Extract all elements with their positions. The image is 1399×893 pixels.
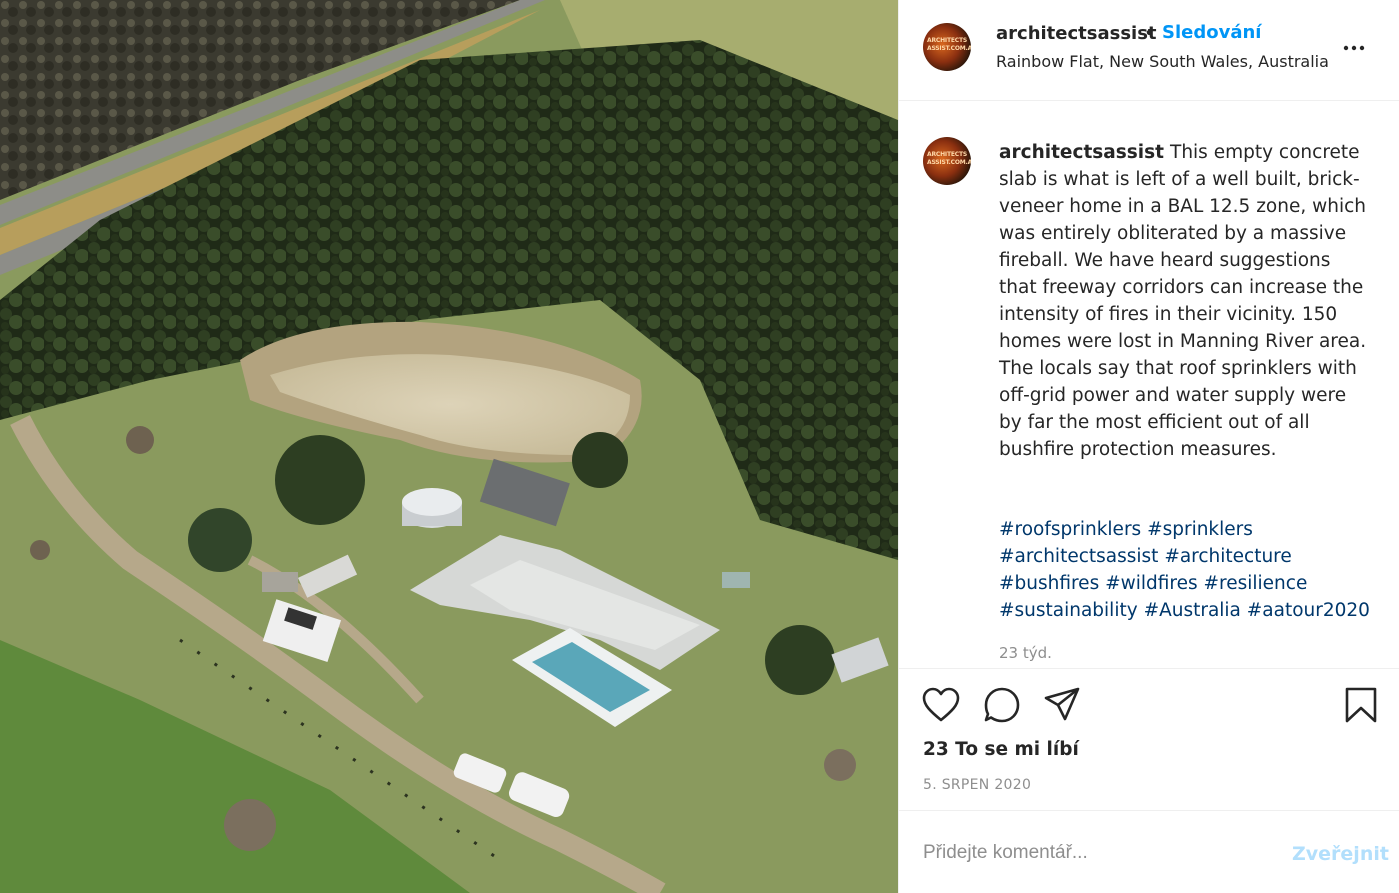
- caption-avatar[interactable]: ARCHITECTS ASSIST.COM.AU: [923, 137, 971, 185]
- header-username[interactable]: architectsassist: [996, 23, 1157, 44]
- post-location[interactable]: Rainbow Flat, New South Wales, Australia: [996, 52, 1329, 71]
- post-date[interactable]: 5. SRPEN 2020: [923, 777, 1031, 793]
- avatar-logo-text-1: ARCHITECTS: [927, 37, 967, 44]
- following-button[interactable]: Sledování: [1162, 22, 1261, 43]
- share-icon[interactable]: [1043, 686, 1081, 728]
- hashtag-link[interactable]: #Australia: [1144, 600, 1241, 621]
- aerial-photo-icon: [0, 0, 898, 893]
- post-sidebar: ARCHITECTS ASSIST.COM.AU architectsassis…: [898, 0, 1399, 893]
- post-comment-button[interactable]: Zveřejnit: [1292, 843, 1389, 865]
- caption-timestamp[interactable]: 23 týd.: [999, 644, 1052, 662]
- hashtag-link[interactable]: #resilience: [1204, 573, 1308, 594]
- hashtag-link[interactable]: #sustainability: [999, 600, 1138, 621]
- caption-text: architectsassist This empty concrete slab…: [999, 139, 1369, 463]
- more-options-icon[interactable]: [1342, 38, 1368, 58]
- comment-input[interactable]: [923, 833, 1263, 873]
- hashtag-link[interactable]: #architectsassist: [999, 546, 1158, 567]
- heart-icon[interactable]: [922, 687, 960, 727]
- hashtag-link[interactable]: #wildfires: [1105, 573, 1198, 594]
- comment-bar: Zveřejnit: [899, 810, 1399, 893]
- hashtag-link[interactable]: #roofsprinklers: [999, 519, 1141, 540]
- caption-area: ARCHITECTS ASSIST.COM.AU architectsassis…: [899, 101, 1399, 668]
- hashtag-list: #roofsprinklers #sprinklers #architectsa…: [999, 516, 1379, 624]
- avatar[interactable]: ARCHITECTS ASSIST.COM.AU: [923, 23, 971, 71]
- post-photo[interactable]: [0, 0, 898, 893]
- action-bar: 23 To se mi líbí 5. SRPEN 2020: [899, 668, 1399, 810]
- likes-count[interactable]: 23 To se mi líbí: [923, 739, 1079, 760]
- hashtag-link[interactable]: #bushfires: [999, 573, 1099, 594]
- hashtag-link[interactable]: #architecture: [1164, 546, 1291, 567]
- post-header: ARCHITECTS ASSIST.COM.AU architectsassis…: [899, 0, 1399, 101]
- avatar-logo-text-2: ASSIST.COM.AU: [927, 159, 971, 166]
- caption-body: This empty concrete slab is what is left…: [999, 142, 1367, 460]
- comment-icon[interactable]: [983, 686, 1021, 728]
- avatar-logo-text-2: ASSIST.COM.AU: [927, 45, 971, 52]
- avatar-logo-text-1: ARCHITECTS: [927, 151, 967, 158]
- bookmark-icon[interactable]: [1344, 686, 1378, 728]
- separator-dot: •: [1144, 23, 1155, 44]
- hashtag-link[interactable]: #sprinklers: [1147, 519, 1253, 540]
- hashtag-link[interactable]: #aatour2020: [1247, 600, 1370, 621]
- caption-username[interactable]: architectsassist: [999, 142, 1164, 163]
